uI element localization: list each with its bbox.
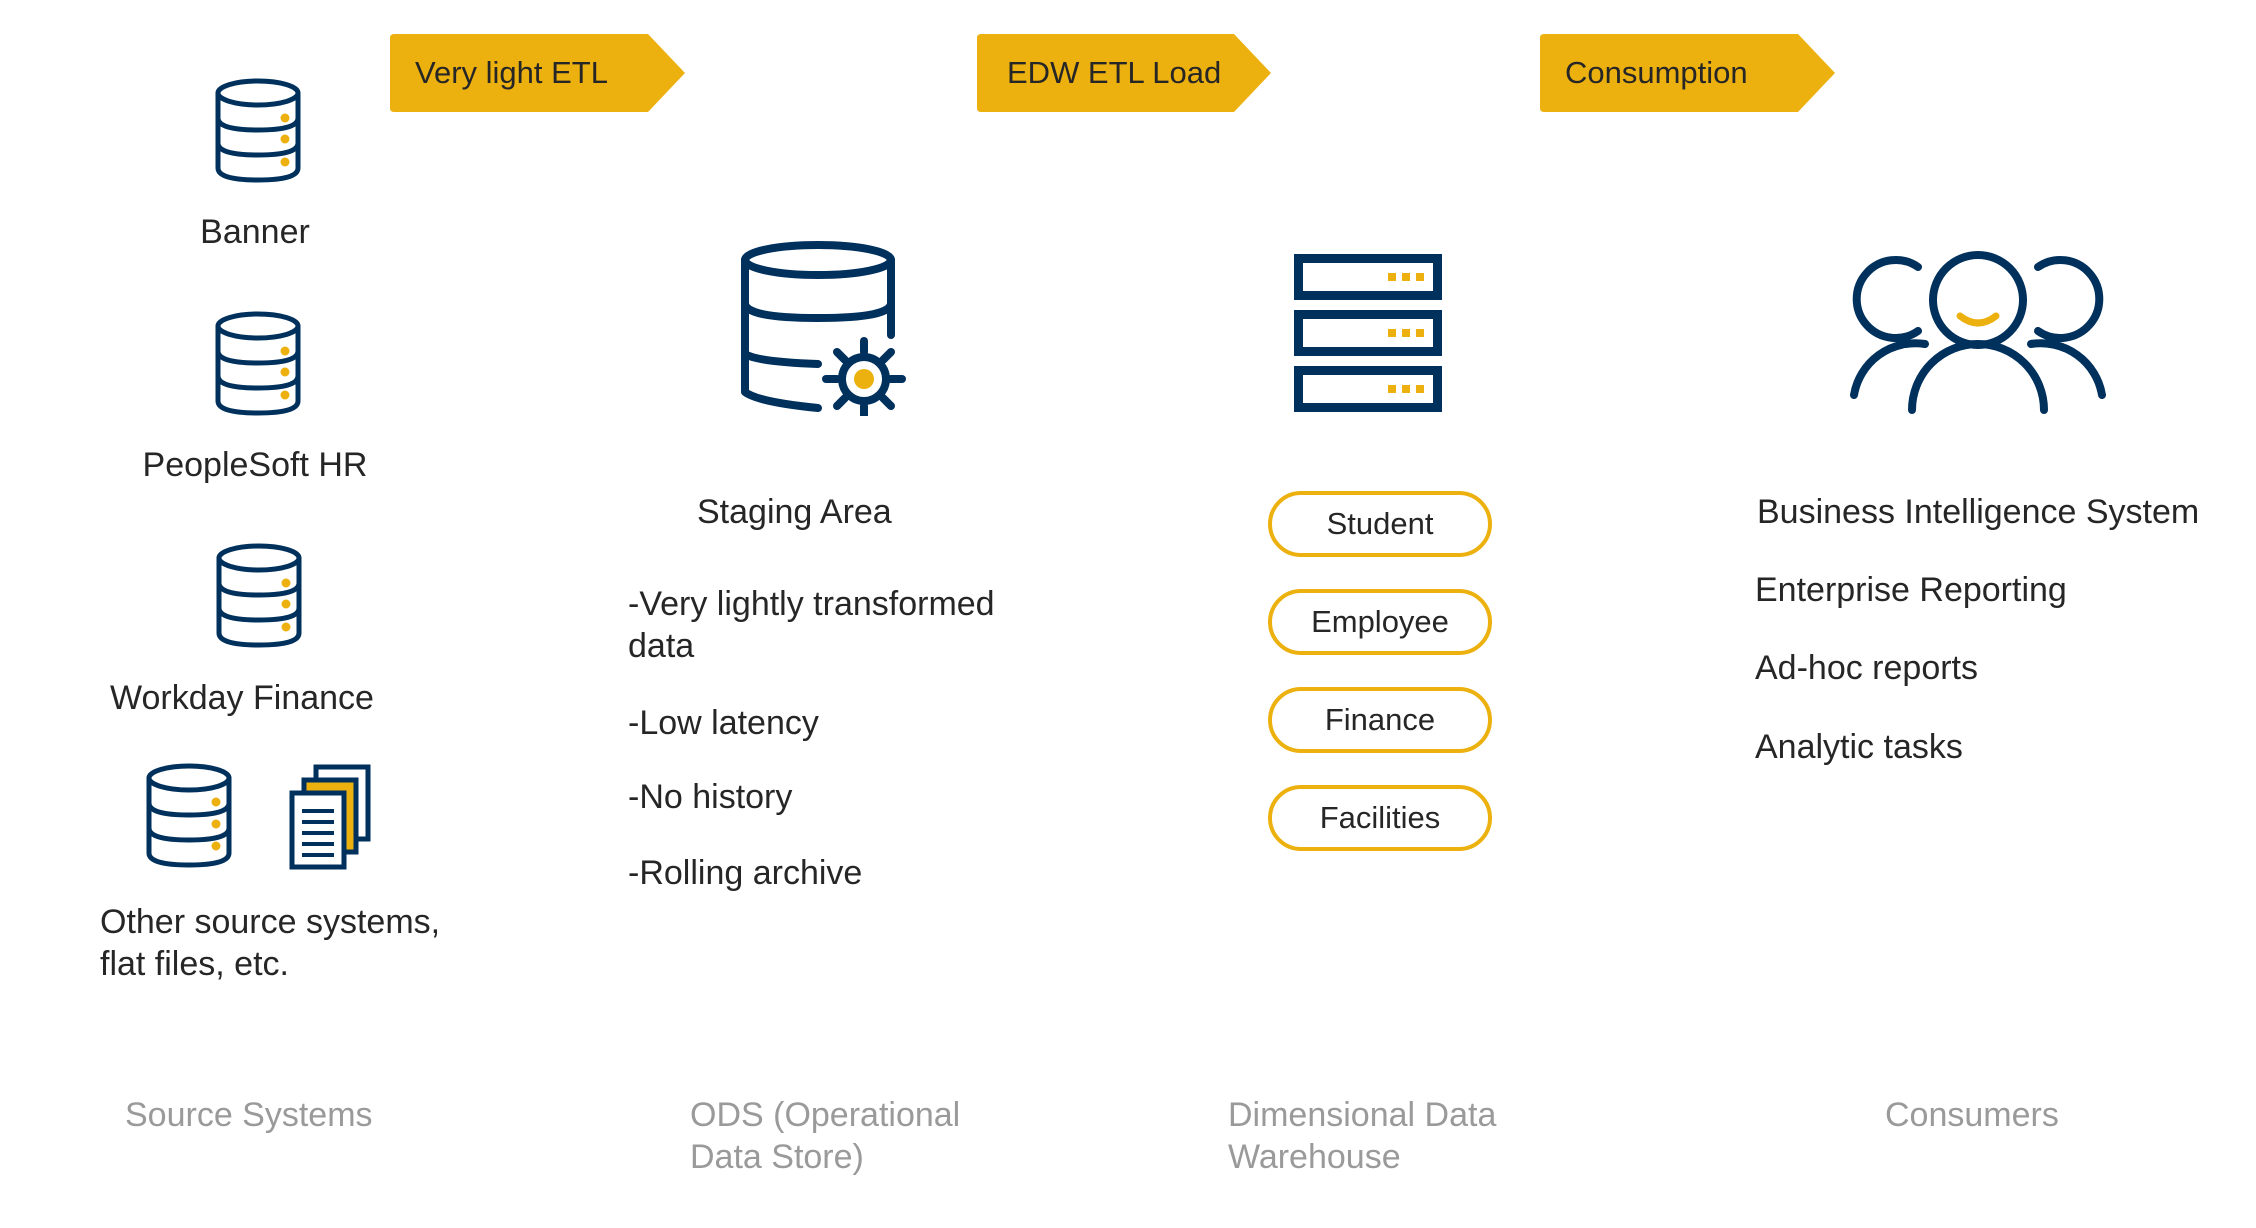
- stage-label: EDW ETL Load: [1007, 55, 1222, 90]
- database-icon: [146, 763, 232, 868]
- subject-area-finance: Finance: [1268, 687, 1492, 753]
- stage-label: Very light ETL: [415, 55, 608, 90]
- documents-icon: [289, 764, 371, 870]
- source-label-other-line1: Other source systems,: [100, 903, 441, 941]
- ods-bullet: -Very lightly transformed: [628, 585, 995, 623]
- database-icon: [215, 78, 301, 183]
- staging-area-title: Staging Area: [697, 493, 892, 531]
- server-stack-icon: [1294, 254, 1442, 412]
- consumer-item: Business Intelligence System: [1757, 493, 2200, 531]
- source-label-other-line2: flat files, etc.: [100, 945, 289, 983]
- consumer-item: Analytic tasks: [1755, 728, 1963, 766]
- source-label-peoplesoft-hr: PeopleSoft HR: [142, 446, 368, 484]
- column-label-ods-line1: ODS (Operational: [690, 1096, 961, 1134]
- stage-arrow-consumption: Consumption: [1540, 34, 1835, 112]
- subject-area-facilities: Facilities: [1268, 785, 1492, 851]
- ods-bullet: -Rolling archive: [628, 854, 863, 892]
- subject-area-employee: Employee: [1268, 589, 1492, 655]
- users-group-icon: [1850, 251, 2106, 414]
- stage-arrow-very-light-etl: Very light ETL: [390, 34, 685, 112]
- column-label-ods-line2: Data Store): [690, 1138, 864, 1176]
- ods-bullet: -No history: [628, 778, 793, 816]
- ods-bullet-cont: data: [628, 627, 695, 665]
- stage-label: Consumption: [1565, 55, 1748, 90]
- ods-bullet: -Low latency: [628, 704, 819, 742]
- column-label-ddw-line2: Warehouse: [1228, 1138, 1401, 1176]
- consumer-item: Enterprise Reporting: [1755, 571, 2067, 609]
- source-label-workday-finance: Workday Finance: [110, 679, 374, 717]
- column-label-source-systems: Source Systems: [125, 1096, 373, 1134]
- consumer-item: Ad-hoc reports: [1755, 649, 1978, 687]
- column-label-consumers: Consumers: [1885, 1096, 2059, 1134]
- subject-area-student: Student: [1268, 491, 1492, 557]
- database-icon: [216, 543, 302, 648]
- database-gear-icon: [741, 241, 906, 416]
- source-label-banner: Banner: [200, 213, 310, 251]
- column-label-ddw-line1: Dimensional Data: [1228, 1096, 1497, 1134]
- database-icon: [215, 311, 301, 416]
- stage-arrow-edw-etl-load: EDW ETL Load: [977, 34, 1271, 112]
